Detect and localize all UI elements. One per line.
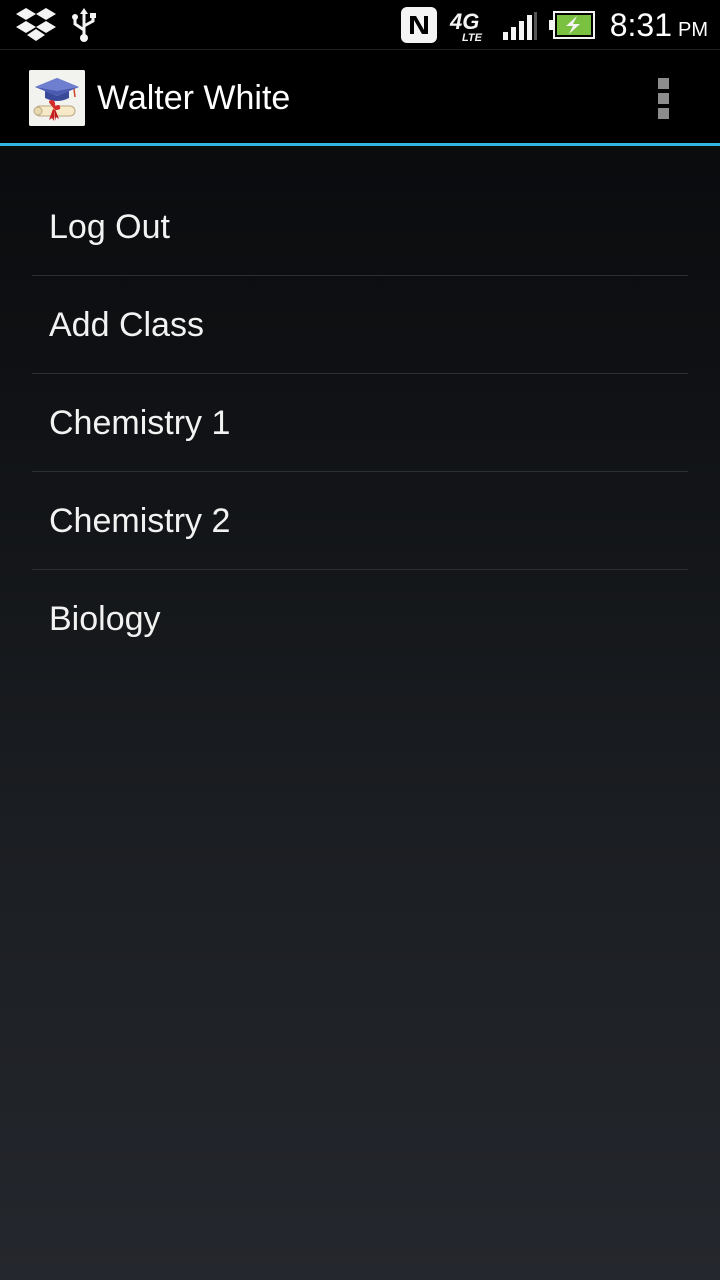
- list-item-label: Biology: [49, 600, 161, 638]
- graduation-cap-diploma-icon[interactable]: [29, 70, 85, 126]
- menu-list: Log Out Add Class Chemistry 1 Chemistry …: [32, 178, 688, 667]
- overflow-menu-icon[interactable]: [644, 70, 684, 126]
- list-item-log-out[interactable]: Log Out: [32, 178, 688, 276]
- nfc-icon: [400, 6, 438, 48]
- overflow-dot: [658, 108, 669, 119]
- action-bar: Walter White: [0, 50, 720, 146]
- overflow-dot: [658, 78, 669, 89]
- status-bar: 4G LTE 8:31 PM: [0, 0, 720, 50]
- list-item-label: Chemistry 1: [49, 404, 231, 442]
- list-item-add-class[interactable]: Add Class: [32, 276, 688, 374]
- action-bar-divider: [0, 143, 720, 146]
- dropbox-icon: [16, 8, 56, 46]
- usb-icon: [70, 8, 98, 46]
- network-sublabel: LTE: [462, 32, 482, 44]
- clock-time: 8:31: [609, 7, 672, 43]
- 4g-lte-icon: 4G LTE: [450, 10, 490, 46]
- list-item-label: Add Class: [49, 306, 204, 344]
- list-item-label: Chemistry 2: [49, 502, 231, 540]
- clock: 8:31 PM: [610, 6, 708, 49]
- list-item-chemistry-1[interactable]: Chemistry 1: [32, 374, 688, 472]
- list-item-biology[interactable]: Biology: [32, 570, 688, 667]
- screen: 4G LTE 8:31 PM Walter White Log Out Add …: [0, 0, 720, 1280]
- network-label: 4G: [450, 9, 480, 34]
- list-item-chemistry-2[interactable]: Chemistry 2: [32, 472, 688, 570]
- list-item-label: Log Out: [49, 208, 170, 246]
- signal-icon: [503, 12, 537, 44]
- battery-charging-icon: [549, 11, 595, 43]
- app-title: Walter White: [97, 79, 291, 117]
- clock-ampm: PM: [678, 19, 708, 41]
- overflow-dot: [658, 93, 669, 104]
